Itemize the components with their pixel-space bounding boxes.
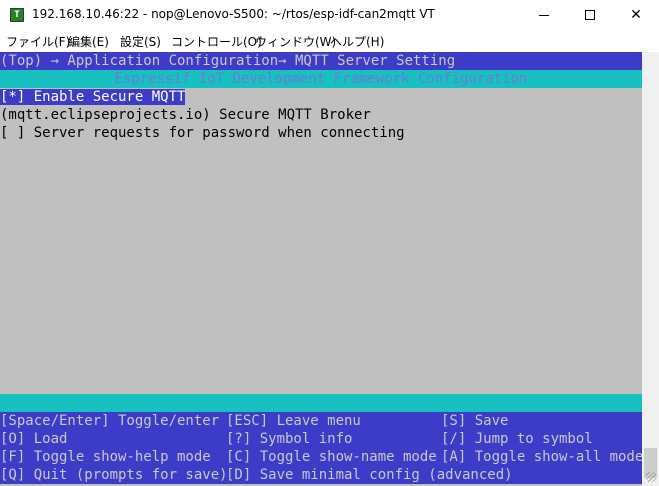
menu-setup[interactable]: 設定(S) [120,33,161,50]
menu-bar: ファイル(F) 編集(E) 設定(S) コントロール(O) ウィンドウ(W) ヘ… [0,31,659,51]
help-save-minimal-config: [D] Save minimal config (advanced) [226,467,513,483]
close-button[interactable]: ✕ [613,0,659,31]
help-load: [O] Load [0,431,68,447]
option-label: [*] Enable Secure MQTT [0,89,186,105]
minimize-button[interactable] [521,0,567,31]
maximize-icon [585,10,595,20]
help-show-help-mode: [F] Toggle show-help mode [0,449,211,465]
option-secure-mqtt-broker[interactable]: (mqtt.eclipseprojects.io) Secure MQTT Br… [0,106,642,124]
help-show-name-mode: [C] Toggle show-name mode [226,449,437,465]
help-toggle-enter: [Space/Enter] Toggle/enter [0,413,220,429]
help-show-all-mode: [A] Toggle show-all mode [441,449,642,465]
help-leave-menu: [ESC] Leave menu [226,413,361,429]
help-symbol-info: [?] Symbol info [226,431,353,447]
help-row-4: [Q] Quit (prompts for save) [D] Save min… [0,466,642,484]
help-quit: [Q] Quit (prompts for save) [0,467,228,483]
status-divider [0,394,642,412]
help-jump-to-symbol: [/] Jump to symbol [441,431,593,447]
help-row-1: [Space/Enter] Toggle/enter [ESC] Leave m… [0,412,642,430]
option-enable-secure-mqtt[interactable]: [*] Enable Secure MQTT [0,88,642,106]
breadcrumb: (Top) → Application Configuration→ MQTT … [0,52,642,70]
option-server-password[interactable]: [ ] Server requests for password when co… [0,124,642,142]
window-title: 192.168.10.46:22 - nop@Lenovo-S500: ~/rt… [32,7,435,21]
minimize-icon [539,15,549,16]
help-save: [S] Save [441,413,509,429]
menu-file[interactable]: ファイル(F) [6,33,70,50]
terminal-app-icon[interactable]: T [10,8,24,22]
help-row-2: [O] Load [?] Symbol info [/] Jump to sym… [0,430,642,448]
menu-help[interactable]: ヘルプ(H) [330,33,384,50]
menu-edit[interactable]: 編集(E) [68,33,109,50]
terminal-screen[interactable]: (Top) → Application Configuration→ MQTT … [0,52,642,486]
maximize-button[interactable] [567,0,613,31]
config-title: Espressif IoT Development Framework Conf… [0,70,642,88]
help-row-3: [F] Toggle show-help mode [C] Toggle sho… [0,448,642,466]
resize-grip-icon[interactable] [646,472,656,482]
menu-window[interactable]: ウィンドウ(W) [255,33,336,50]
close-icon: ✕ [630,7,642,23]
menu-control[interactable]: コントロール(O) [171,33,262,50]
scrollbar[interactable] [642,52,659,486]
title-bar: T 192.168.10.46:22 - nop@Lenovo-S500: ~/… [0,0,659,32]
